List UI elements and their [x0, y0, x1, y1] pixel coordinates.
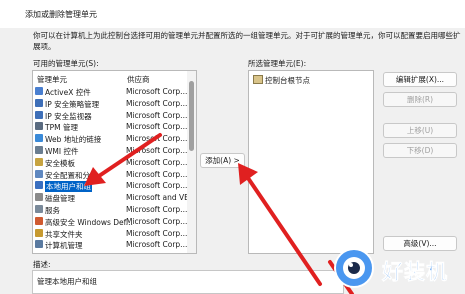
snapin-vendor: Microsoft Corp... — [126, 87, 188, 96]
snapin-icon — [35, 169, 43, 178]
snapin-icon — [35, 98, 43, 107]
watermark-text: 好装机 — [382, 260, 448, 285]
snapin-name: 本地用户和组 — [45, 181, 92, 193]
snapin-row[interactable]: 安全模板 Microsoft Corp... — [33, 157, 188, 168]
snapin-row[interactable]: 服务 Microsoft Corp... — [33, 204, 188, 215]
column-header-vendor[interactable]: 供应商 — [127, 74, 150, 85]
remove-button[interactable]: 删除(R) — [383, 92, 457, 107]
snapin-vendor: Microsoft Corp... — [126, 240, 188, 250]
snapin-name: 安全配置和分析 — [45, 170, 98, 180]
selected-snapins-label: 所选管理单元(E): — [248, 59, 307, 68]
scrollbar-thumb[interactable] — [189, 81, 194, 151]
snapin-row[interactable]: 共享文件夹 Microsoft Corp... — [33, 228, 188, 239]
list-scrollbar[interactable] — [187, 71, 196, 253]
dialog-description: 你可以在计算机上为此控制台选择可用的管理单元并配置所选的一组管理单元。对于可扩展… — [33, 31, 461, 51]
list-header: 管理单元 供应商 — [33, 71, 186, 85]
snapin-vendor: Microsoft Corp... — [126, 146, 188, 155]
snapin-vendor: Microsoft Corp... — [126, 98, 188, 108]
description-label: 描述: — [33, 260, 51, 269]
snapin-vendor: Microsoft Corp... — [126, 157, 188, 167]
move-down-button[interactable]: 下移(D) — [383, 143, 457, 158]
snapin-row[interactable]: IP 安全监视器 Microsoft Corp... — [33, 110, 188, 121]
snapin-name: 安全模板 — [45, 158, 75, 168]
snapin-icon — [35, 193, 43, 202]
snapin-name: 计算机管理 — [45, 241, 83, 251]
snapin-name: ActiveX 控件 — [45, 88, 91, 97]
edit-extensions-button[interactable]: 编辑扩展(X)... — [383, 72, 457, 87]
snapin-row[interactable]: 安全配置和分析 Microsoft Corp... — [33, 169, 188, 180]
title-bar: 添加或删除管理单元 — [0, 0, 465, 28]
folder-icon — [253, 75, 263, 84]
snapin-vendor: Microsoft Corp... — [126, 205, 188, 214]
available-snapins-label: 可用的管理单元(S): — [33, 59, 99, 68]
snapin-name: 共享文件夹 — [45, 229, 83, 239]
snapin-row[interactable]: TPM 管理 Microsoft Corp... — [33, 121, 188, 133]
description-text: 管理本地用户和组 — [37, 277, 97, 286]
tree-item-console-root[interactable]: 控制台根节点 — [253, 75, 310, 86]
snapin-icon — [35, 181, 43, 190]
snapin-vendor: Microsoft Corp... — [126, 181, 188, 191]
snapin-name: WMI 控件 — [45, 147, 79, 156]
snapin-icon — [35, 146, 43, 154]
available-snapins-list[interactable]: 管理单元 供应商 ActiveX 控件 Microsoft Corp... IP 安… — [32, 70, 197, 254]
snapin-icon — [35, 87, 43, 95]
snapin-vendor: Microsoft Corp... — [126, 216, 188, 226]
snapin-icon — [35, 228, 43, 237]
snapin-vendor: Microsoft Corp... — [126, 122, 188, 132]
snapin-name: 高级安全 Windows Def... — [45, 217, 133, 227]
snapin-icon — [35, 240, 43, 249]
snapin-vendor: Microsoft and VE... — [126, 193, 197, 203]
column-header-name[interactable]: 管理单元 — [37, 74, 67, 85]
snapin-row[interactable]: 计算机管理 Microsoft Corp... — [33, 239, 188, 251]
snapin-icon — [35, 110, 43, 119]
snapin-row[interactable]: IP 安全策略管理 Microsoft Corp... — [33, 98, 188, 109]
snapin-vendor: Microsoft Corp... — [126, 110, 188, 120]
description-box: 管理本地用户和组 — [32, 270, 344, 294]
move-up-button[interactable]: 上移(U) — [383, 123, 457, 138]
snapin-row[interactable]: 磁盘管理 Microsoft and VE... — [33, 192, 196, 204]
snapin-row[interactable]: 高级安全 Windows Def... Microsoft Corp... — [33, 216, 188, 227]
snapin-icon — [35, 157, 43, 166]
add-button[interactable]: 添加(A) > — [200, 153, 245, 168]
snapin-row[interactable]: WMI 控件 Microsoft Corp... — [33, 145, 188, 156]
snapin-vendor: Microsoft Corp... — [126, 169, 188, 179]
snapin-vendor: Microsoft Corp... — [126, 134, 188, 144]
tree-item-label: 控制台根节点 — [265, 76, 310, 85]
snapin-icon — [35, 216, 43, 225]
snapin-icon — [35, 122, 43, 131]
snapin-name: 服务 — [45, 206, 60, 215]
snapin-name: Web 地址的链接 — [45, 135, 102, 145]
snapin-vendor: Microsoft Corp... — [126, 228, 188, 238]
snapin-icon — [35, 134, 43, 143]
snapin-row[interactable]: Web 地址的链接 Microsoft Corp... — [33, 133, 188, 145]
snapin-name: IP 安全监视器 — [45, 111, 92, 121]
snapin-name: TPM 管理 — [45, 123, 78, 133]
snapin-icon — [35, 205, 43, 213]
snapin-name: 磁盘管理 — [45, 194, 75, 204]
selected-snapins-list[interactable]: 控制台根节点 — [248, 70, 374, 254]
snapin-row[interactable]: ActiveX 控件 Microsoft Corp... — [33, 86, 188, 97]
snapin-row[interactable]: 本地用户和组 Microsoft Corp... — [33, 180, 188, 193]
dialog-title: 添加或删除管理单元 — [25, 10, 97, 19]
snapin-name: IP 安全策略管理 — [45, 99, 100, 109]
